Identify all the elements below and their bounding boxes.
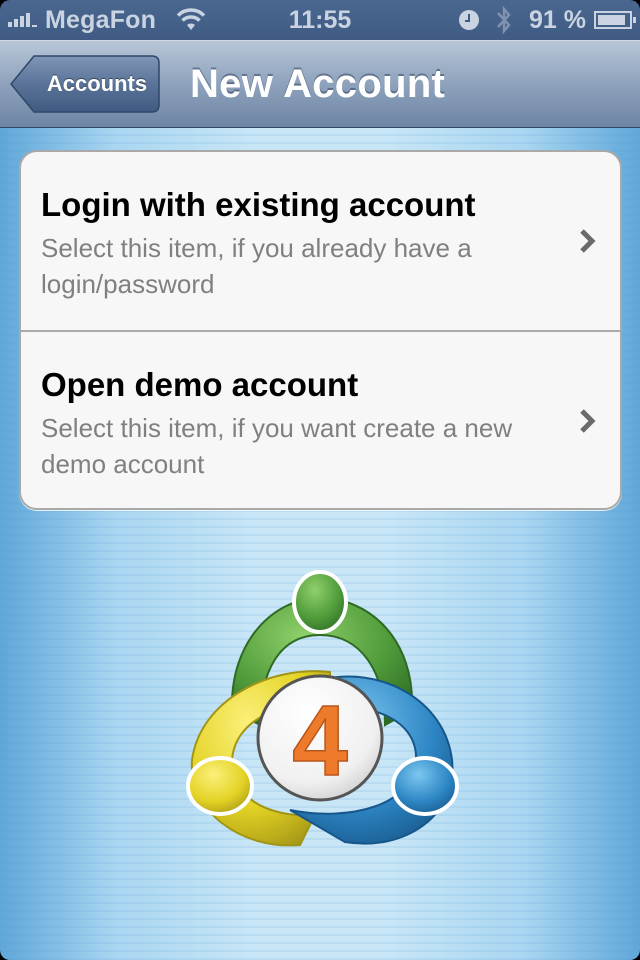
metatrader-4-logo: 4 (186, 570, 459, 847)
list-item-open-demo[interactable]: Open demo account Select this item, if y… (21, 332, 620, 508)
list-item-title: Open demo account (41, 366, 359, 403)
blue-head (391, 756, 459, 816)
status-right: 91 % (459, 0, 636, 40)
list-item-title: Login with existing account (41, 186, 476, 223)
list-item-login-existing[interactable]: Login with existing account Select this … (21, 152, 620, 332)
alarm-clock-icon (459, 10, 480, 30)
yellow-head (186, 756, 254, 816)
back-button-label: Accounts (46, 71, 148, 96)
back-button[interactable]: Accounts (10, 55, 160, 113)
screen: MegaFon 11:55 91 % Accounts New Account … (0, 0, 640, 960)
status-bar: MegaFon 11:55 91 % (0, 0, 640, 40)
page-title: New Account (190, 62, 446, 106)
bluetooth-icon (497, 5, 511, 35)
list-item-subtitle: Select this item, if you already have a … (41, 233, 472, 299)
account-options-list: Login with existing account Select this … (19, 150, 622, 510)
list-item-subtitle: Select this item, if you want create a n… (41, 413, 513, 479)
logo-number: 4 (292, 685, 348, 797)
chevron-right-icon (580, 409, 596, 433)
battery-icon (594, 11, 636, 29)
chevron-right-icon (580, 229, 596, 253)
battery-percent: 91 % (529, 5, 586, 34)
navigation-bar: Accounts New Account (0, 40, 640, 128)
green-head (292, 570, 348, 634)
content-area: Login with existing account Select this … (0, 128, 640, 960)
battery-fill (598, 15, 626, 25)
